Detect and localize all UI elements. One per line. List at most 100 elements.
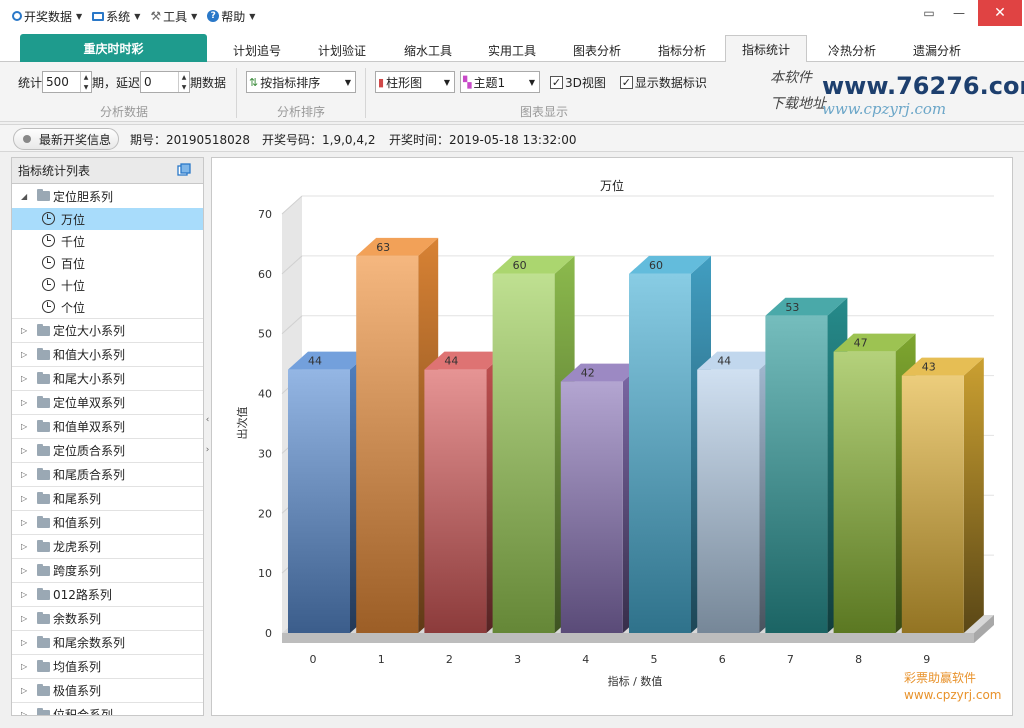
panel-splitter[interactable]: ‹ › <box>204 405 211 465</box>
chevron-left-icon[interactable]: ‹ <box>206 415 210 425</box>
tree-item-wan[interactable]: 万位 <box>12 208 203 230</box>
tree-group[interactable]: ▷ 龙虎系列 <box>12 535 203 559</box>
tab-label: 缩水工具 <box>403 43 452 58</box>
tab-indicator-analysis[interactable]: 指标分析 <box>643 38 721 62</box>
tab-plan-verify[interactable]: 计划验证 <box>303 38 381 62</box>
data-label: 53 <box>785 301 799 314</box>
tree-group-label: 位积合系列 <box>53 708 114 716</box>
numbers-label: 开奖号码： <box>262 133 323 147</box>
tree-group-label: 和尾大小系列 <box>53 372 126 386</box>
chevron-right-icon[interactable]: › <box>206 445 210 455</box>
latest-draw-button[interactable]: 最新开奖信息 <box>13 128 119 150</box>
x-tick-label: 8 <box>855 653 862 666</box>
group-label-chart: 图表显示 <box>520 105 569 119</box>
tree-item-shi[interactable]: 十位 <box>12 274 203 296</box>
collapsed-triangle-icon: ▷ <box>21 446 28 455</box>
tree-group-label: 和尾系列 <box>53 492 102 506</box>
tree-group[interactable]: ▷ 定位单双系列 <box>12 391 203 415</box>
folder-icon <box>37 396 50 408</box>
indicator-list-header: 指标统计列表 <box>12 158 203 184</box>
tree-group[interactable]: ▷ 012路系列 <box>12 583 203 607</box>
collapsed-triangle-icon: ▷ <box>21 638 28 647</box>
expanded-triangle-icon: ◢ <box>21 191 28 201</box>
sort-value: 按指标排序 <box>260 75 321 90</box>
folder-icon <box>37 348 50 360</box>
group-label-sort: 分析排序 <box>277 105 326 119</box>
show-labels-checkbox[interactable]: ✓ 显示数据标识 <box>619 74 707 91</box>
tab-indicator-stats[interactable]: 指标统计 <box>725 35 807 62</box>
tab-label: 指标统计 <box>741 42 790 57</box>
tab-shrink-tools[interactable]: 缩水工具 <box>389 38 467 62</box>
tree-group[interactable]: ▷ 极值系列 <box>12 679 203 703</box>
menu-help[interactable]: ? 帮助 ▼ <box>207 8 255 25</box>
stat-periods-input[interactable]: 500 ▲ ▼ <box>42 71 93 93</box>
tree-group[interactable]: ▷ 和值大小系列 <box>12 343 203 367</box>
tab-label: 计划追号 <box>232 43 281 58</box>
tree-group[interactable]: ▷ 和值单双系列 <box>12 415 203 439</box>
copy-icon[interactable] <box>177 163 191 177</box>
tree-group-position[interactable]: ◢ 定位胆系列 <box>12 184 203 208</box>
data-label: 44 <box>717 355 731 368</box>
data-label: 63 <box>376 241 390 254</box>
circle-icon <box>12 11 22 21</box>
menu-tools-label: 工具 <box>163 9 188 24</box>
logo-url-sub: www.cpzyrj.com <box>822 100 947 118</box>
tab-chart-analysis[interactable]: 图表分析 <box>558 38 636 62</box>
chart-type-select[interactable]: ▮ 柱形图 ▼ <box>375 71 455 93</box>
data-label: 47 <box>854 337 868 350</box>
chevron-down-icon: ▼ <box>344 77 351 87</box>
close-button[interactable]: ✕ <box>978 0 1022 26</box>
tree-item-label: 千位 <box>61 234 86 249</box>
tab-omission[interactable]: 遗漏分析 <box>898 38 976 62</box>
tree-group[interactable]: ▷ 和尾大小系列 <box>12 367 203 391</box>
menu-draw-data[interactable]: 开奖数据 ▼ <box>12 8 82 25</box>
tree-group[interactable]: ▷ 定位大小系列 <box>12 319 203 343</box>
tree-group-label: 跨度系列 <box>53 564 102 578</box>
tree-item-ge[interactable]: 个位 <box>12 296 203 318</box>
collapsed-triangle-icon: ▷ <box>21 686 28 695</box>
tree-group-label: 定位大小系列 <box>53 324 126 338</box>
collapsed-triangle-icon: ▷ <box>21 614 28 623</box>
bar-chart-icon: ▮ <box>378 75 385 89</box>
chevron-down-icon: ▼ <box>76 11 83 21</box>
tree-group[interactable]: ▷ 和值系列 <box>12 511 203 535</box>
latest-draw-button-label: 最新开奖信息 <box>39 132 112 147</box>
tree-item-bai[interactable]: 百位 <box>12 252 203 274</box>
chevron-down-icon: ▼ <box>249 11 256 21</box>
tab-util-tools[interactable]: 实用工具 <box>473 38 551 62</box>
tree-group[interactable]: ▷ 余数系列 <box>12 607 203 631</box>
tree-group[interactable]: ▷ 跨度系列 <box>12 559 203 583</box>
tree-group-label: 012路系列 <box>53 588 112 602</box>
tree-item-qian[interactable]: 千位 <box>12 230 203 252</box>
bar-front <box>288 369 350 633</box>
tab-plan-chase[interactable]: 计划追号 <box>218 38 296 62</box>
tree-item-label: 万位 <box>61 212 86 227</box>
tree-group[interactable]: ▷ 定位质合系列 <box>12 439 203 463</box>
tree-group[interactable]: ▷ 均值系列 <box>12 655 203 679</box>
collapsed-triangle-icon: ▷ <box>21 350 28 359</box>
folder-icon <box>37 468 50 480</box>
theme-select[interactable]: ▚ 主题1 ▼ <box>460 71 540 93</box>
time-value: 2019-05-18 13:32:00 <box>449 133 577 147</box>
spin-arrows-icon[interactable]: ▲ ▼ <box>80 72 91 92</box>
data-label: 44 <box>308 355 322 368</box>
bar-front <box>560 381 623 633</box>
view3d-checkbox[interactable]: ✓ 3D视图 <box>550 74 606 91</box>
tree-group[interactable]: ▷ 位积合系列 <box>12 703 203 716</box>
sort-select[interactable]: ⇅ 按指标排序 ▼ <box>246 71 356 93</box>
tree-group[interactable]: ▷ 和尾余数系列 <box>12 631 203 655</box>
tree-group-label: 余数系列 <box>53 612 102 626</box>
monitor-icon <box>92 11 105 21</box>
spin-arrows-icon[interactable]: ▲ ▼ <box>178 72 189 92</box>
delay-input[interactable]: 0 ▲ ▼ <box>140 71 191 93</box>
tools-icon: ⚒ <box>150 9 162 23</box>
tree-group[interactable]: ▷ 和尾系列 <box>12 487 203 511</box>
clock-icon <box>42 256 55 269</box>
restore-button[interactable]: ▭ <box>914 0 944 26</box>
tab-lottery-type[interactable]: 重庆时时彩 <box>20 34 207 62</box>
menu-tools[interactable]: ⚒ 工具 ▼ <box>150 8 197 25</box>
minimize-button[interactable]: — <box>944 0 974 26</box>
menu-system[interactable]: 系统 ▼ <box>92 8 140 25</box>
tree-group[interactable]: ▷ 和尾质合系列 <box>12 463 203 487</box>
tab-hot-cold[interactable]: 冷热分析 <box>813 38 891 62</box>
